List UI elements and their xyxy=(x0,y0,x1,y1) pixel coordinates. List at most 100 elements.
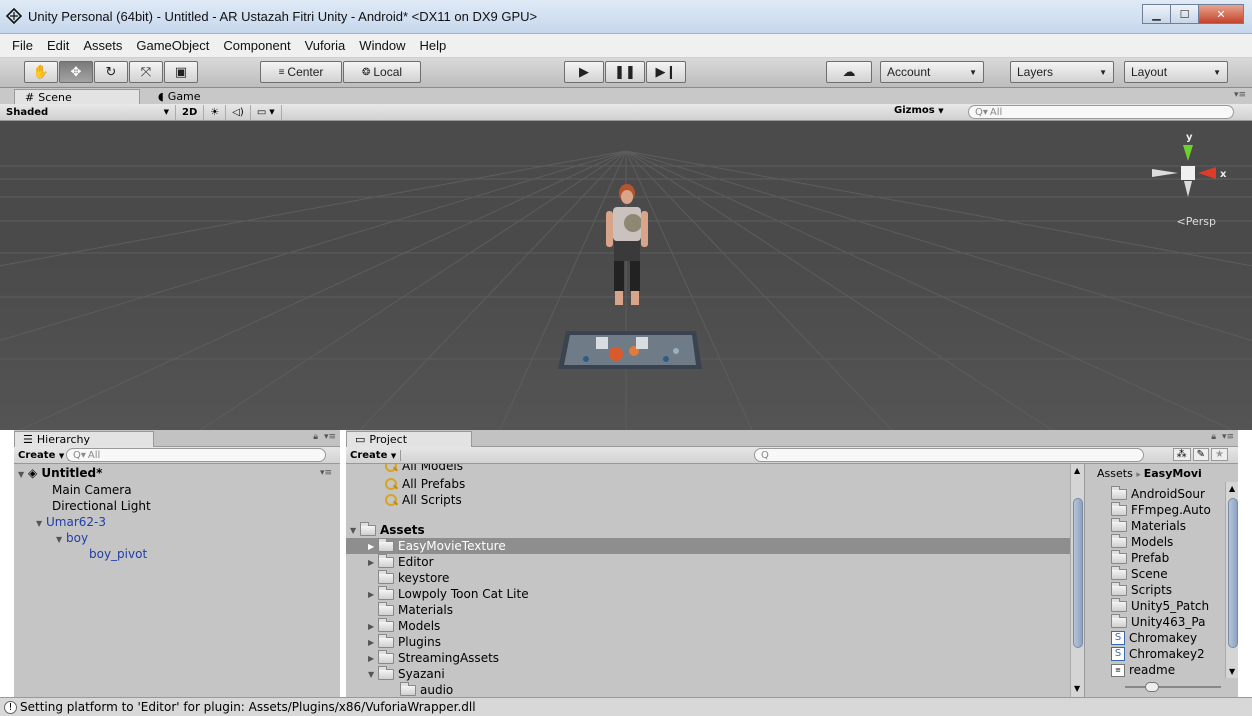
status-bar[interactable]: ! Setting platform to 'Editor' for plugi… xyxy=(0,697,1252,716)
favorite-all-models[interactable]: All Models xyxy=(384,464,463,474)
projection-label[interactable]: <Persp xyxy=(1177,215,1216,228)
scroll-up-icon[interactable]: ▲ xyxy=(1229,484,1235,493)
hand-tool-button[interactable]: ✋ xyxy=(24,61,58,83)
asset-prefab[interactable]: Prefab xyxy=(1111,549,1169,566)
lighting-toggle[interactable]: ☀ xyxy=(204,104,227,120)
project-search-input[interactable]: Q xyxy=(754,448,1144,462)
asset-androidsour[interactable]: AndroidSour xyxy=(1111,485,1205,502)
asset-models[interactable]: Models xyxy=(1111,533,1173,550)
asset-materials[interactable]: Materials xyxy=(1111,517,1186,534)
asset-scene[interactable]: Scene xyxy=(1111,565,1168,582)
favorite-all-scripts[interactable]: All Scripts xyxy=(384,492,462,508)
asset-readme[interactable]: ≡ readme xyxy=(1111,662,1175,678)
menu-gameobject[interactable]: GameObject xyxy=(136,38,209,53)
folder-materials[interactable]: Materials xyxy=(378,601,453,618)
scene-viewport[interactable]: y x <Persp xyxy=(0,121,1252,430)
tab-project[interactable]: ▭ Project xyxy=(346,431,472,447)
cloud-button[interactable]: ☁ xyxy=(826,61,872,83)
menu-file[interactable]: File xyxy=(12,38,33,53)
shading-dropdown[interactable]: Shaded ▼ xyxy=(0,104,176,120)
boy-character[interactable] xyxy=(596,183,656,323)
asset-scripts[interactable]: Scripts xyxy=(1111,581,1172,598)
favorite-all-prefabs[interactable]: All Prefabs xyxy=(384,476,465,492)
expand-triangle-icon[interactable]: ▼ xyxy=(350,526,360,535)
collapse-triangle-icon[interactable]: ▶ xyxy=(368,638,378,647)
breadcrumb-root[interactable]: Assets xyxy=(1097,467,1133,480)
pivot-center-button[interactable]: ≡ Center xyxy=(260,61,342,83)
maximize-button[interactable]: ☐ xyxy=(1170,4,1198,24)
image-target-plane[interactable] xyxy=(556,329,706,371)
rotate-tool-button[interactable]: ↻ xyxy=(94,61,128,83)
project-create-button[interactable]: Create ▼ xyxy=(346,449,402,461)
panel-menu-icon[interactable]: ▾≡ xyxy=(1222,432,1234,442)
asset-unity5-patch[interactable]: Unity5_Patch xyxy=(1111,597,1209,614)
effects-dropdown[interactable]: ▭ ▼ xyxy=(251,104,282,120)
minimize-button[interactable]: ▁ xyxy=(1142,4,1170,24)
breadcrumb-current[interactable]: EasyMovi xyxy=(1144,467,1202,480)
folder-audio[interactable]: audio xyxy=(400,681,453,697)
tab-hierarchy[interactable]: ☰ Hierarchy xyxy=(14,431,154,447)
move-tool-button[interactable]: ✥ xyxy=(59,61,93,83)
expand-triangle-icon[interactable]: ▼ xyxy=(36,519,46,528)
slider-thumb[interactable] xyxy=(1145,682,1159,692)
expand-triangle-icon[interactable]: ▼ xyxy=(18,470,28,479)
folder-editor[interactable]: ▶ Editor xyxy=(368,553,434,570)
scene-search-input[interactable]: Q▾ All xyxy=(968,105,1234,119)
project-tree-scrollbar[interactable]: ▲ ▼ xyxy=(1070,464,1084,697)
hierarchy-item-main-camera[interactable]: Main Camera xyxy=(52,483,132,497)
asset-chromakey2[interactable]: S Chromakey2 xyxy=(1111,646,1205,662)
tab-menu-icon[interactable]: ▾≡ xyxy=(1234,90,1246,100)
folder-easymovietexture[interactable]: ▶ EasyMovieTexture xyxy=(346,537,1070,554)
play-button[interactable]: ▶ xyxy=(564,61,604,83)
menu-assets[interactable]: Assets xyxy=(83,38,122,53)
folder-streamingassets[interactable]: ▶ StreamingAssets xyxy=(368,649,499,666)
gizmos-dropdown[interactable]: Gizmos ▼ xyxy=(894,105,944,116)
orientation-gizmo[interactable]: y x xyxy=(1140,131,1230,211)
menu-component[interactable]: Component xyxy=(223,38,290,53)
account-dropdown[interactable]: Account ▼ xyxy=(880,61,984,83)
hierarchy-item-boy-pivot[interactable]: boy_pivot xyxy=(89,547,147,561)
scene-root-row[interactable]: ▼ ◈ Untitled* xyxy=(18,466,102,480)
expand-triangle-icon[interactable]: ▼ xyxy=(368,670,378,679)
scroll-down-icon[interactable]: ▼ xyxy=(1074,684,1080,693)
layers-dropdown[interactable]: Layers ▼ xyxy=(1010,61,1114,83)
menu-help[interactable]: Help xyxy=(420,38,447,53)
filter-type-icon[interactable]: ⁂ xyxy=(1172,448,1191,461)
collapse-triangle-icon[interactable]: ▶ xyxy=(368,558,378,567)
hierarchy-item-directional-light[interactable]: Directional Light xyxy=(52,499,151,513)
step-button[interactable]: ▶❙ xyxy=(646,61,686,83)
collapse-triangle-icon[interactable]: ▶ xyxy=(368,654,378,663)
folder-plugins[interactable]: ▶ Plugins xyxy=(368,633,441,650)
scroll-down-icon[interactable]: ▼ xyxy=(1229,667,1235,676)
folder-lowpoly-toon-cat-lite[interactable]: ▶ Lowpoly Toon Cat Lite xyxy=(368,585,529,602)
expand-triangle-icon[interactable]: ▼ xyxy=(56,535,66,544)
collapse-triangle-icon[interactable]: ▶ xyxy=(368,590,378,599)
lock-icon[interactable]: 🔒︎ xyxy=(1211,432,1216,442)
scene-menu-icon[interactable]: ▾≡ xyxy=(320,468,332,478)
scale-tool-button[interactable]: ⤧ xyxy=(129,61,163,83)
lock-icon[interactable]: 🔒︎ xyxy=(313,432,318,442)
folder-models[interactable]: ▶ Models xyxy=(368,617,440,634)
audio-toggle[interactable]: ◁) xyxy=(226,104,251,120)
tab-scene[interactable]: # Scene xyxy=(14,89,140,104)
collapse-triangle-icon[interactable]: ▶ xyxy=(368,542,378,551)
asset-ffmpeg[interactable]: FFmpeg.Auto xyxy=(1111,501,1211,518)
pivot-local-button[interactable]: ❂ Local xyxy=(343,61,421,83)
hierarchy-item-umar62-3[interactable]: ▼ Umar62-3 xyxy=(36,515,106,529)
collapse-triangle-icon[interactable]: ▶ xyxy=(368,622,378,631)
folder-syazani[interactable]: ▼ Syazani xyxy=(368,665,445,682)
favorite-star-icon[interactable]: ★ xyxy=(1211,448,1228,461)
menu-window[interactable]: Window xyxy=(359,38,405,53)
tab-game[interactable]: ◖ Game xyxy=(148,89,211,104)
menu-edit[interactable]: Edit xyxy=(47,38,69,53)
project-contents-scrollbar[interactable]: ▲ ▼ xyxy=(1225,482,1238,678)
hierarchy-item-boy[interactable]: ▼ boy xyxy=(56,531,88,545)
folder-assets-root[interactable]: ▼ Assets xyxy=(350,521,425,538)
2d-toggle[interactable]: 2D xyxy=(176,104,205,120)
close-button[interactable]: ✕ xyxy=(1198,4,1244,24)
panel-menu-icon[interactable]: ▾≡ xyxy=(324,432,336,442)
filter-label-icon[interactable]: ✎ xyxy=(1192,448,1210,461)
asset-unity463-pa[interactable]: Unity463_Pa xyxy=(1111,613,1205,630)
asset-chromakey[interactable]: S Chromakey xyxy=(1111,630,1197,646)
scroll-up-icon[interactable]: ▲ xyxy=(1074,466,1080,475)
